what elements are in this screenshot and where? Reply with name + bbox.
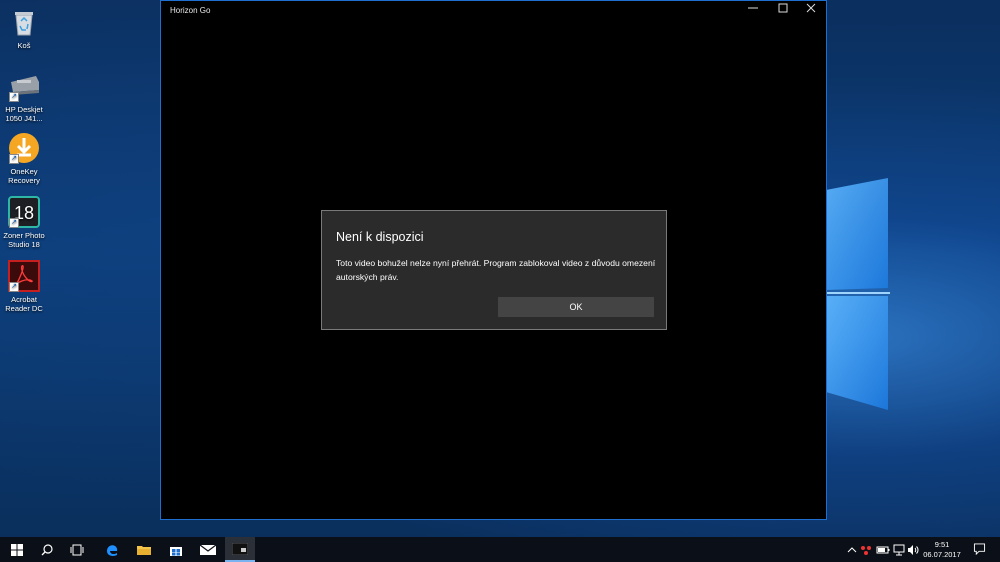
desktop-icon-onekey[interactable]: ↗ OneKey Recovery xyxy=(2,132,46,185)
maximize-icon xyxy=(778,3,788,13)
battery-icon[interactable] xyxy=(876,544,890,556)
desktop-icon-recycle-bin[interactable]: Koš xyxy=(2,6,46,50)
desktop-icon-label: HP Deskjet 1050 J41... xyxy=(5,105,43,123)
taskbar: 9:51 06.07.2017 xyxy=(0,537,1000,562)
desktop-icon-printer[interactable]: ↗ HP Deskjet 1050 J41... xyxy=(2,70,46,123)
minimize-icon xyxy=(748,7,758,9)
action-center-icon[interactable] xyxy=(973,543,986,555)
folder-icon xyxy=(137,545,151,555)
desktop-icon-acrobat[interactable]: ↗ Acrobat Reader DC xyxy=(2,260,46,313)
content-unavailable-dialog: Není k dispozici Toto video bohužel nelz… xyxy=(321,210,667,330)
task-view-button[interactable] xyxy=(62,537,92,562)
clock-time: 9:51 xyxy=(934,540,950,549)
desktop-icon-label: Acrobat Reader DC xyxy=(5,295,43,313)
ok-button[interactable]: OK xyxy=(498,297,654,317)
horizon-go-icon xyxy=(232,542,248,555)
windows-logo-wallpaper xyxy=(826,178,890,410)
recycle-bin-icon xyxy=(15,12,33,36)
dialog-message: Toto video bohužel nelze nyní přehrát. P… xyxy=(336,258,656,282)
task-view-icon xyxy=(70,544,84,555)
desktop-icon-label: Koš xyxy=(17,41,31,50)
search-icon xyxy=(41,543,53,555)
edge-taskbar-button[interactable] xyxy=(97,537,127,562)
store-button[interactable] xyxy=(161,537,191,562)
window-titlebar[interactable]: Horizon Go xyxy=(161,1,826,21)
window-title: Horizon Go xyxy=(170,6,211,15)
store-icon xyxy=(170,546,182,556)
desktop-icon-zoner[interactable]: 18 ↗ Zoner Photo Studio 18 xyxy=(2,196,46,249)
close-icon xyxy=(806,3,816,13)
mail-button[interactable] xyxy=(193,537,223,562)
shortcut-arrow-icon: ↗ xyxy=(9,218,19,228)
search-button[interactable] xyxy=(32,537,62,562)
dialog-title: Není k dispozici xyxy=(336,230,424,244)
start-button[interactable] xyxy=(2,537,32,562)
app-tray-icon[interactable] xyxy=(860,544,872,556)
windows-start-icon xyxy=(11,543,23,556)
horizon-go-taskbar-button[interactable] xyxy=(225,537,255,562)
mail-icon xyxy=(200,544,216,555)
desktop-icon-label: Zoner Photo Studio 18 xyxy=(3,231,45,249)
chevron-up-icon[interactable] xyxy=(847,544,857,556)
minimize-button[interactable] xyxy=(739,1,767,21)
network-icon[interactable] xyxy=(893,544,905,556)
clock-date: 06.07.2017 xyxy=(923,550,961,559)
shortcut-arrow-icon: ↗ xyxy=(9,282,19,292)
close-button[interactable] xyxy=(797,1,825,21)
volume-icon[interactable] xyxy=(907,544,919,556)
file-explorer-button[interactable] xyxy=(129,537,159,562)
taskbar-clock[interactable]: 9:51 06.07.2017 xyxy=(919,540,965,560)
shortcut-arrow-icon: ↗ xyxy=(9,154,19,164)
shortcut-arrow-icon: ↗ xyxy=(9,92,19,102)
maximize-button[interactable] xyxy=(769,1,797,21)
edge-icon xyxy=(107,544,118,556)
desktop-icon-label: OneKey Recovery xyxy=(8,167,40,185)
